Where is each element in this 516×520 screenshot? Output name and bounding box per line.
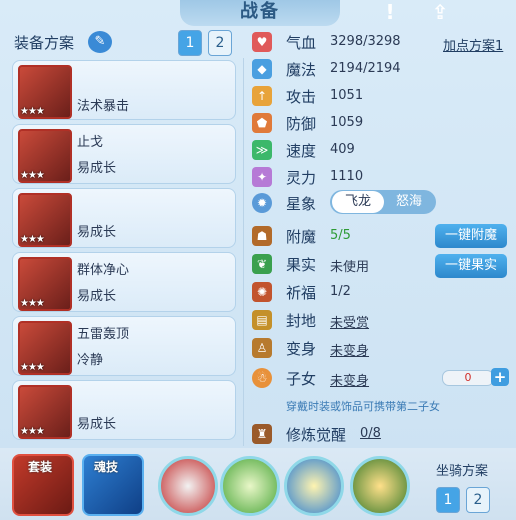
equip-effect: 五雷轰顶 <box>77 327 130 342</box>
one-click-enchant-button[interactable]: 一键附魔 <box>435 224 507 248</box>
row-value-blessing: 1/2 <box>330 284 351 299</box>
equip-trait: 法术暴击 <box>77 99 130 114</box>
child-progress-bar: 0 <box>442 370 494 386</box>
star-sign-option-sea[interactable]: 怒海 <box>383 191 435 213</box>
column-divider <box>243 58 244 446</box>
mana-icon: ◆ <box>252 59 272 79</box>
equipment-panel: 战备 ! ⇪ 装备方案 ✎ 1 2 ★★★ 法术暴击 ★★★ 止戈 易成长 ★★… <box>0 0 516 520</box>
equip-slot-3[interactable]: ★★★ 易成长 <box>12 188 236 248</box>
awaken-icon: ♜ <box>252 424 272 444</box>
skill-slot-4-icon[interactable] <box>350 456 410 516</box>
equip-trait: 易成长 <box>77 417 117 432</box>
row-label-fief: 封地 <box>286 312 317 330</box>
stat-value-spirit: 1110 <box>330 169 364 184</box>
awaken-label: 修炼觉醒 <box>286 426 347 444</box>
star-sign-label: 星象 <box>286 195 317 213</box>
stat-label-defense: 防御 <box>286 115 317 133</box>
child-icon: ☃ <box>252 368 272 388</box>
equip-effect: 群体净心 <box>77 263 130 278</box>
stat-label-hp: 气血 <box>286 34 317 52</box>
stat-value-speed: 409 <box>330 142 355 157</box>
row-label-child: 子女 <box>286 370 317 388</box>
panel-title: 战备 <box>180 0 340 26</box>
star-sign-option-dragon[interactable]: 飞龙 <box>332 191 384 213</box>
speed-icon: ≫ <box>252 140 272 160</box>
row-value-enchant: 5/5 <box>330 228 351 243</box>
star-rating: ★★★ <box>20 298 45 309</box>
defense-icon: ⬟ <box>252 113 272 133</box>
skill-slot-3-icon[interactable] <box>284 456 344 516</box>
stat-value-defense: 1059 <box>330 115 364 130</box>
enchant-icon: ☗ <box>252 226 272 246</box>
stat-value-mana: 2194/2194 <box>330 61 401 76</box>
equip-trait: 易成长 <box>77 289 117 304</box>
fruit-icon: ❦ <box>252 254 272 274</box>
mount-tab-2[interactable]: 2 <box>466 487 490 513</box>
row-label-enchant: 附魔 <box>286 228 317 246</box>
star-rating: ★★★ <box>20 426 45 437</box>
star-rating: ★★★ <box>20 362 45 373</box>
equip-slot-2[interactable]: ★★★ 止戈 易成长 <box>12 124 236 184</box>
plan-label: 装备方案 <box>14 34 75 52</box>
skill-slot-2-icon[interactable] <box>220 456 280 516</box>
mount-plan-label: 坐骑方案 <box>436 464 489 479</box>
star-rating: ★★★ <box>20 106 45 117</box>
mount-tab-1[interactable]: 1 <box>436 487 460 513</box>
row-label-fruit: 果实 <box>286 256 317 274</box>
row-value-fief[interactable]: 未受赏 <box>330 312 369 331</box>
star-sign-toggle[interactable]: 飞龙 怒海 <box>330 190 436 214</box>
stat-label-speed: 速度 <box>286 142 317 160</box>
alert-icon[interactable]: ! <box>375 0 405 24</box>
blessing-icon: ✺ <box>252 282 272 302</box>
row-value-child[interactable]: 未变身 <box>330 370 369 389</box>
stat-label-mana: 魔法 <box>286 61 317 79</box>
equip-slot-4[interactable]: ★★★ 群体净心 易成长 <box>12 252 236 312</box>
plan-tab-1[interactable]: 1 <box>178 30 202 56</box>
equip-effect: 止戈 <box>77 135 104 150</box>
soul-skill-label: 魂技 <box>94 460 119 474</box>
equip-slot-1[interactable]: ★★★ 法术暴击 <box>12 60 236 120</box>
stat-label-attack: 攻击 <box>286 88 317 106</box>
stat-label-spirit: 灵力 <box>286 169 317 187</box>
skill-slot-1-icon[interactable] <box>158 456 218 516</box>
stat-value-attack: 1051 <box>330 88 364 103</box>
row-label-blessing: 祈福 <box>286 284 317 302</box>
equip-slot-6[interactable]: ★★★ 易成长 <box>12 380 236 440</box>
star-rating: ★★★ <box>20 234 45 245</box>
one-click-fruit-button[interactable]: 一键果实 <box>435 254 507 278</box>
spirit-icon: ✦ <box>252 167 272 187</box>
equip-trait: 冷静 <box>77 353 104 368</box>
suit-label: 套装 <box>28 460 53 474</box>
points-plan-link[interactable]: 加点方案1 <box>443 35 503 54</box>
hp-icon: ♥ <box>252 32 272 52</box>
share-icon[interactable]: ⇪ <box>425 0 455 24</box>
transform-icon: ♙ <box>252 338 272 358</box>
equip-trait: 易成长 <box>77 225 117 240</box>
attack-icon: ↑ <box>252 86 272 106</box>
add-child-button[interactable]: + <box>491 368 509 386</box>
fief-icon: ▤ <box>252 310 272 330</box>
equip-trait: 易成长 <box>77 161 117 176</box>
awaken-value[interactable]: 0/8 <box>360 426 381 441</box>
equip-slot-5[interactable]: ★★★ 五雷轰顶 冷静 <box>12 316 236 376</box>
star-rating: ★★★ <box>20 170 45 181</box>
edit-pencil-icon[interactable]: ✎ <box>88 31 112 53</box>
child-note: 穿戴时装或饰品可携带第二子女 <box>286 400 440 413</box>
row-value-fruit: 未使用 <box>330 260 370 275</box>
row-label-transform: 变身 <box>286 340 317 358</box>
plan-tab-2[interactable]: 2 <box>208 30 232 56</box>
stat-value-hp: 3298/3298 <box>330 34 401 49</box>
row-value-transform[interactable]: 未变身 <box>330 340 369 359</box>
star-sign-icon: ✹ <box>252 193 272 213</box>
